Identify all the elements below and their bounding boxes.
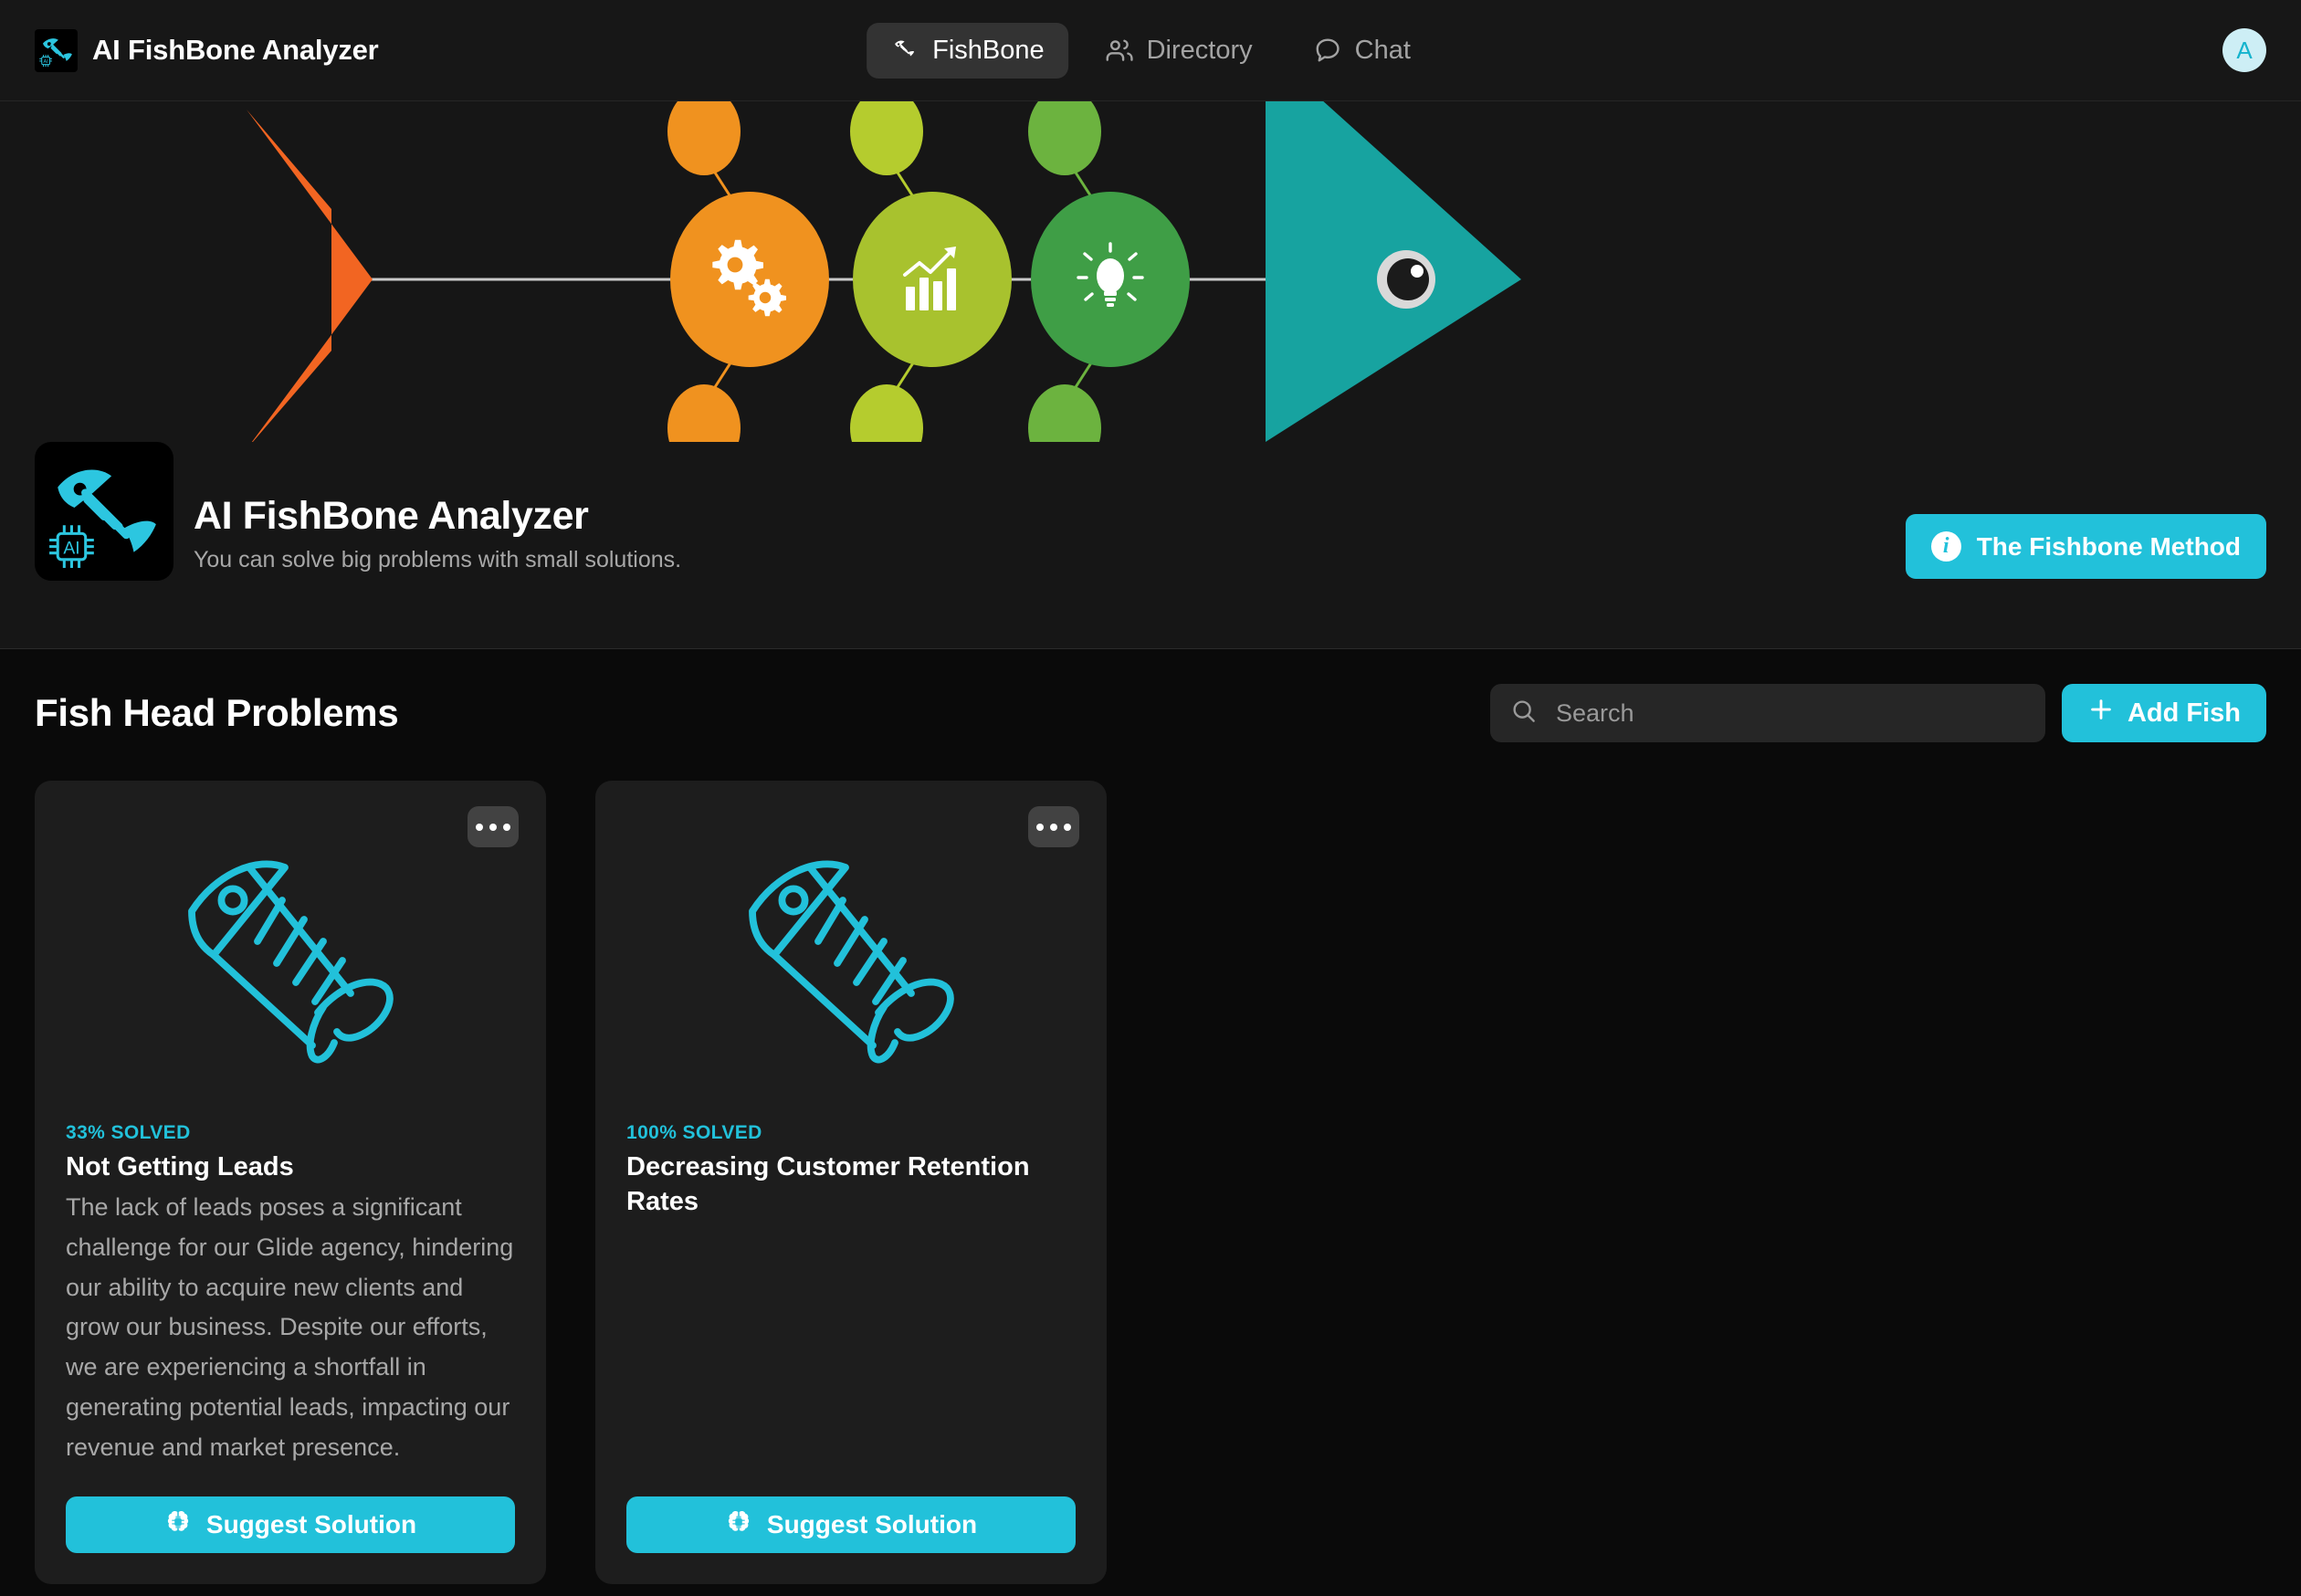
suggest-solution-label: Suggest Solution [205, 1510, 417, 1538]
card-title: Decreasing Customer Retention Rates [626, 1152, 1030, 1217]
tab-fishbone-label: FishBone [932, 35, 1045, 65]
more-options-icon[interactable] [468, 806, 519, 847]
status-badge: 100% SOLVED [626, 1122, 762, 1143]
search-input[interactable] [1553, 698, 2025, 729]
suggest-solution-button[interactable]: Suggest Solution [626, 1496, 1076, 1553]
fish-cards-list: 33% SOLVED Not Getting Leads The lack of… [35, 781, 2266, 1584]
svg-text:AI: AI [63, 540, 79, 559]
ai-fishbone-app-icon: AI [35, 442, 173, 581]
chat-bubble-icon [1313, 36, 1342, 65]
hero-text: AI FishBone Analyzer You can solve big p… [194, 493, 682, 581]
fish-card[interactable]: 33% SOLVED Not Getting Leads The lack of… [35, 781, 546, 1584]
status-badge: 33% SOLVED [66, 1122, 191, 1143]
search-box[interactable] [1489, 684, 2045, 742]
fishbone-icon [890, 36, 919, 65]
suggest-solution-label: Suggest Solution [766, 1510, 978, 1538]
card-title: Not Getting Leads [66, 1152, 294, 1181]
people-icon [1105, 36, 1134, 65]
card-description [626, 1223, 1076, 1469]
fish-card[interactable]: 100% SOLVED Decreasing Customer Retentio… [595, 781, 1107, 1584]
hero-section: AI AI FishBone Analyzer You can solve bi… [0, 101, 2301, 649]
avatar-initial: A [2236, 36, 2253, 64]
fishbone-method-label: The Fishbone Method [1976, 531, 2241, 561]
brand: AI AI FishBone Analyzer [35, 28, 379, 72]
svg-text:AI: AI [43, 59, 48, 65]
main-content: Fish Head Problems Search Add Fish 33% S… [0, 649, 2301, 1584]
tab-directory-label: Directory [1146, 35, 1253, 65]
hero-identity: AI AI FishBone Analyzer You can solve bi… [35, 442, 681, 581]
ai-brain-chip-icon [164, 1508, 192, 1542]
fishbone-outline-icon [66, 808, 515, 1108]
search-icon [1510, 698, 1538, 730]
fishbone-outline-icon [626, 808, 1076, 1108]
section-tools: Add Fish [1489, 684, 2266, 742]
card-description: The lack of leads poses a significant ch… [66, 1193, 514, 1461]
section-title: Fish Head Problems [35, 691, 399, 734]
page-title: AI FishBone Analyzer [194, 493, 589, 538]
ai-brain-chip-icon [725, 1508, 752, 1542]
avatar[interactable]: A [2222, 28, 2266, 72]
tab-chat-label: Chat [1354, 35, 1411, 65]
add-fish-label: Add Fish [2127, 698, 2241, 728]
nav-tabs: FishBone Directory Chat [867, 22, 1434, 79]
fishbone-method-button[interactable]: i The Fishbone Method [1905, 514, 2266, 579]
add-fish-button[interactable]: Add Fish [2061, 684, 2266, 742]
more-options-icon[interactable] [1028, 806, 1079, 847]
hero-footer: AI AI FishBone Analyzer You can solve bi… [0, 374, 2301, 648]
plus-icon [2087, 696, 2115, 730]
tab-chat[interactable]: Chat [1289, 23, 1434, 79]
section-header: Fish Head Problems Search Add Fish [35, 684, 2266, 742]
page-subtitle: You can solve big problems with small so… [194, 547, 682, 572]
info-icon: i [1930, 531, 1961, 562]
tab-fishbone[interactable]: FishBone [867, 22, 1068, 79]
suggest-solution-button[interactable]: Suggest Solution [66, 1496, 515, 1553]
app-root: AI AI FishBone Analyzer FishBone Directo… [0, 0, 2301, 1596]
tab-directory[interactable]: Directory [1081, 23, 1277, 79]
fishbone-logo-icon: AI [35, 28, 78, 72]
top-navigation-bar: AI AI FishBone Analyzer FishBone Directo… [0, 0, 2301, 101]
brand-title: AI FishBone Analyzer [92, 34, 379, 66]
